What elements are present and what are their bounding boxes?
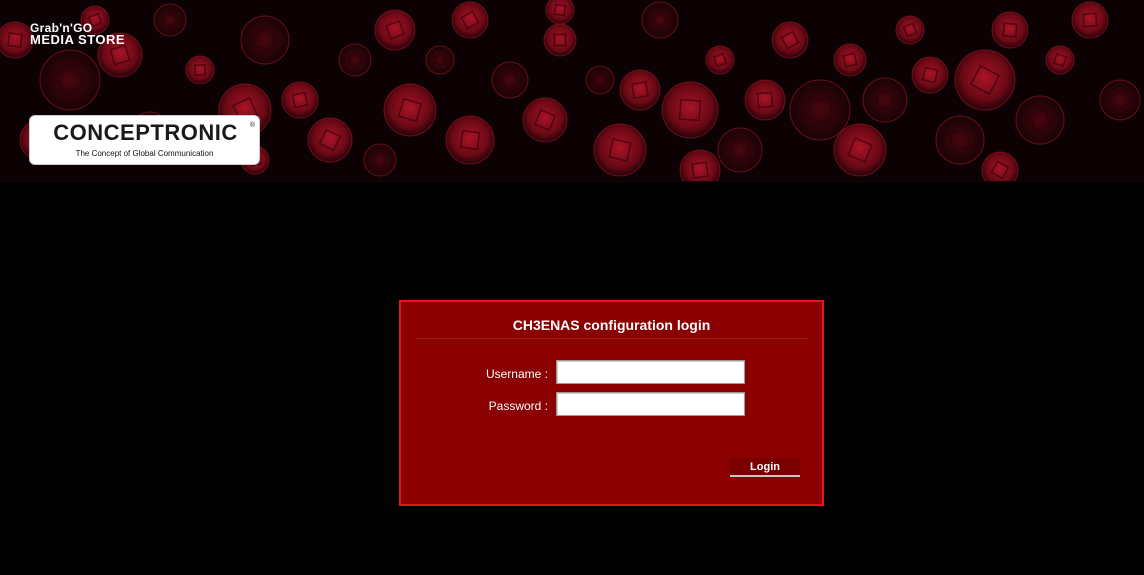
- decorative-bubble: [281, 81, 319, 119]
- brand-wordmark: Grab'n'GO MEDIA STORE: [30, 22, 125, 46]
- decorative-bubble: [307, 117, 353, 163]
- decorative-bubble: [705, 45, 735, 75]
- decorative-bubble: [641, 1, 679, 39]
- decorative-bubble: [862, 77, 908, 123]
- password-field[interactable]: [556, 392, 745, 416]
- decorative-bubble: [451, 1, 489, 39]
- logo-name: CONCEPTRONIC: [53, 120, 238, 145]
- username-label: Username :: [485, 367, 548, 381]
- decorative-bubble: [374, 9, 416, 51]
- login-button[interactable]: Login: [730, 458, 800, 477]
- decorative-bubble: [593, 123, 647, 177]
- decorative-bubble: [338, 43, 372, 77]
- decorative-bubble: [911, 56, 949, 94]
- decorative-bubble: [425, 45, 455, 75]
- conceptronic-logo: CONCEPTRONIC ® The Concept of Global Com…: [29, 115, 260, 165]
- login-panel: CH3ENAS configuration login Username : P…: [399, 300, 824, 506]
- brand-line-2: MEDIA STORE: [30, 32, 126, 47]
- decorative-bubble: [585, 65, 615, 95]
- logo-registered-mark: ®: [249, 122, 255, 129]
- decorative-bubble: [1045, 45, 1075, 75]
- decorative-bubble: [383, 83, 437, 137]
- decorative-bubble: [744, 79, 786, 121]
- decorative-bubble: [771, 21, 809, 59]
- decorative-bubble: [39, 49, 101, 111]
- decorative-bubble: [833, 123, 887, 177]
- decorative-bubble: [717, 127, 763, 173]
- decorative-bubble: [1015, 95, 1065, 145]
- decorative-bubble: [661, 81, 719, 139]
- decorative-bubble: [240, 15, 290, 65]
- username-field[interactable]: [556, 360, 745, 384]
- decorative-bubble: [185, 55, 215, 85]
- decorative-bubble: [619, 69, 661, 111]
- title-divider: [415, 338, 808, 339]
- decorative-bubble: [522, 97, 568, 143]
- logo-tagline: The Concept of Global Communication: [75, 149, 214, 158]
- login-title: CH3ENAS configuration login: [512, 317, 711, 333]
- password-label: Password :: [488, 399, 548, 413]
- decorative-bubble: [935, 115, 985, 165]
- decorative-bubble: [0, 21, 34, 59]
- header-banner: Grab'n'GO MEDIA STORE CONCEPTRONIC ® The…: [0, 0, 1144, 182]
- decorative-bubble: [153, 3, 187, 37]
- decorative-bubble: [363, 143, 397, 177]
- decorative-bubble: [445, 115, 495, 165]
- decorative-bubble: [895, 15, 925, 45]
- decorative-bubble: [789, 79, 851, 141]
- decorative-bubble: [833, 43, 867, 77]
- decorative-bubble: [991, 11, 1029, 49]
- decorative-bubble: [954, 49, 1016, 111]
- decorative-bubble: [543, 23, 577, 57]
- decorative-bubble: [1099, 79, 1141, 121]
- decorative-bubble: [1071, 1, 1109, 39]
- decorative-bubble: [545, 0, 575, 25]
- decorative-bubble: [491, 61, 529, 99]
